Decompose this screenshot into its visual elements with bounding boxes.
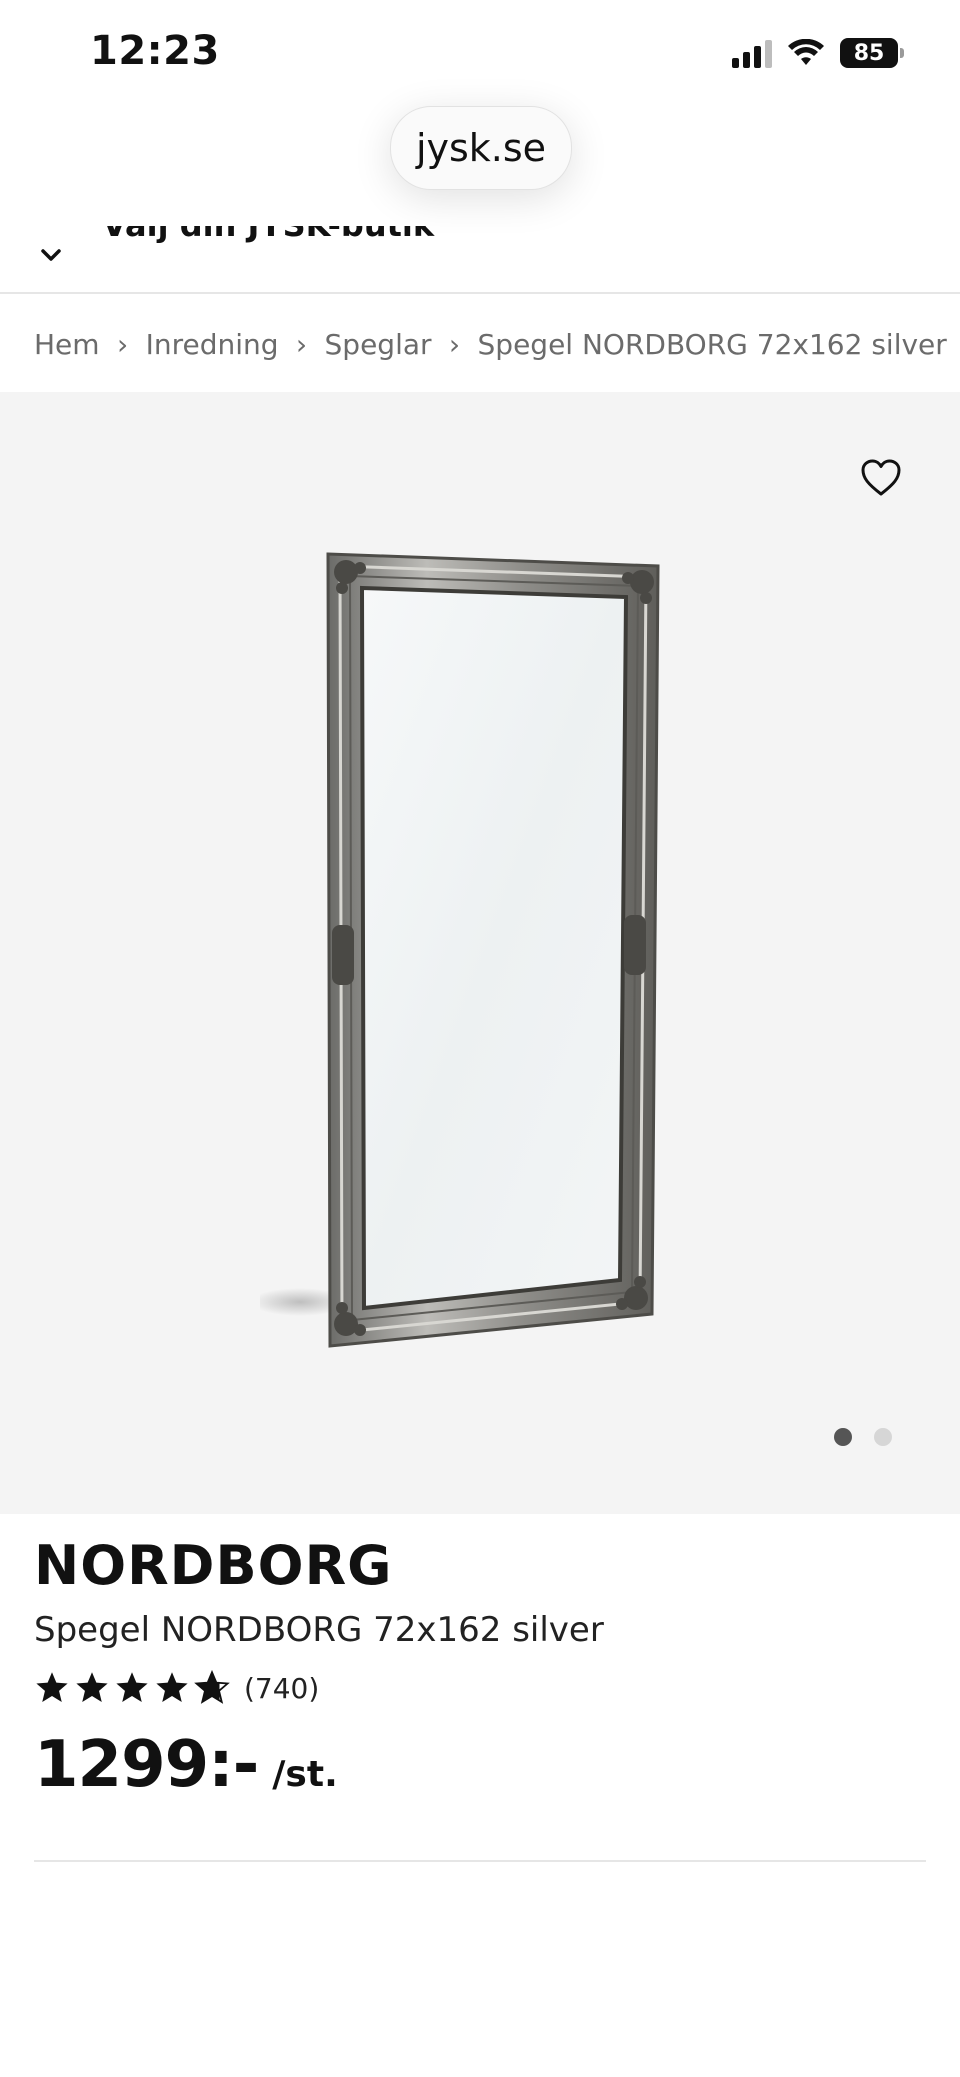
cellular-signal-icon: [732, 38, 772, 68]
mirror-illustration: [250, 552, 660, 1348]
price-value: 1299:-: [34, 1728, 259, 1802]
product-brand: NORDBORG: [34, 1534, 393, 1597]
breadcrumb-item-current: Spegel NORDBORG 72x162 silver: [477, 327, 947, 361]
product-image-mirror: [250, 540, 680, 1360]
star-full-icon: [76, 1672, 108, 1702]
breadcrumb-separator-icon: ›: [116, 327, 129, 361]
battery-icon: 85: [840, 38, 904, 68]
divider: [34, 1860, 926, 1862]
status-bar: 12:23 85: [0, 0, 960, 100]
status-icons: 85: [732, 36, 904, 70]
wifi-icon: [788, 39, 824, 65]
gallery-dot-2[interactable]: [874, 1428, 892, 1446]
status-time: 12:23: [90, 28, 220, 74]
gallery-dot-1[interactable]: [834, 1428, 852, 1446]
star-full-icon: [156, 1672, 188, 1702]
address-bar[interactable]: jysk.se: [390, 106, 572, 190]
breadcrumb-separator-icon: ›: [295, 327, 308, 361]
favorite-heart-icon[interactable]: [860, 458, 902, 498]
breadcrumb-item-inredning[interactable]: Inredning: [146, 328, 279, 361]
price-unit: /st.: [272, 1754, 338, 1795]
star-full-icon: [116, 1672, 148, 1702]
product-rating[interactable]: (740): [34, 1666, 319, 1710]
gallery-pagination: [834, 1428, 892, 1446]
chevron-down-icon: [41, 249, 61, 261]
breadcrumb-separator-icon: ›: [448, 327, 461, 361]
star-full-icon: [36, 1672, 68, 1702]
product-price: 1299:- /st.: [34, 1728, 338, 1802]
breadcrumb-item-hem[interactable]: Hem: [34, 328, 100, 361]
rating-stars: [34, 1670, 230, 1706]
breadcrumb-item-speglar[interactable]: Speglar: [325, 328, 432, 361]
star-half-icon: [194, 1670, 230, 1704]
breadcrumb: Hem › Inredning › Speglar › Spegel NORDB…: [34, 322, 947, 366]
review-count[interactable]: (740): [244, 1672, 319, 1705]
store-selector[interactable]: Välj din JYSK-butik: [0, 226, 960, 294]
product-name: Spegel NORDBORG 72x162 silver: [34, 1610, 604, 1650]
store-selector-label: Välj din JYSK-butik: [102, 226, 434, 244]
